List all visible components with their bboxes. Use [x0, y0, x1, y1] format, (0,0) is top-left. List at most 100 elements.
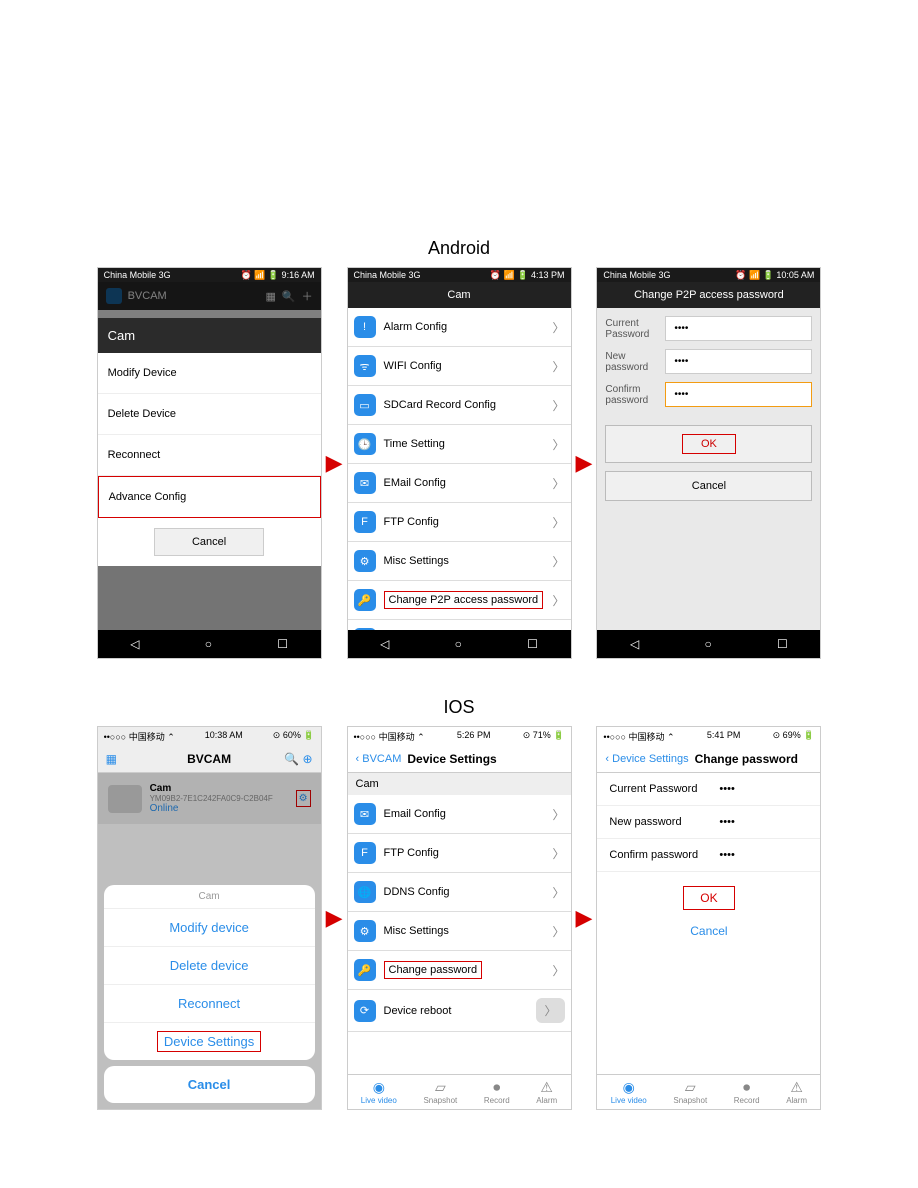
row-device-reboot[interactable]: ⟳Device reboot〉: [348, 990, 571, 1032]
row-label: FTP Config: [384, 516, 439, 528]
menu-modify-device[interactable]: Modify Device: [98, 353, 321, 394]
row-alarm-config[interactable]: !Alarm Config〉: [348, 308, 571, 347]
chevron-right-icon: 〉: [552, 845, 564, 862]
tab-live-video[interactable]: ◉Live video: [611, 1079, 647, 1105]
row-change-p2p-password[interactable]: 🔑Change P2P access password〉: [348, 581, 571, 620]
sheet-delete-device[interactable]: Delete device: [104, 946, 315, 984]
ios-tab-bar: ◉Live video ▱Snapshot ⏺Record ⚠Alarm: [348, 1074, 571, 1109]
row-email-config[interactable]: ✉ Email Config 〉: [348, 795, 571, 834]
back-icon[interactable]: ◁: [130, 637, 139, 651]
chevron-right-icon: 〉: [552, 806, 564, 823]
ok-button[interactable]: OK: [605, 425, 812, 463]
home-icon[interactable]: ○: [205, 637, 212, 651]
chevron-right-icon: 〉: [552, 436, 564, 453]
row-misc-settings[interactable]: ⚙Misc Settings〉: [348, 912, 571, 951]
search-icon[interactable]: 🔍 ⊕: [284, 752, 312, 766]
carrier-text: ••○○○ 中国移动 ⌃: [354, 730, 425, 743]
back-icon[interactable]: ◁: [380, 637, 389, 651]
ok-button[interactable]: OK: [683, 886, 734, 910]
cancel-button[interactable]: Cancel: [154, 528, 264, 556]
row-label: Email Config: [384, 808, 446, 820]
clock-icon: 🕒: [354, 433, 376, 455]
cancel-button[interactable]: Cancel: [605, 471, 812, 501]
recents-icon[interactable]: ☐: [777, 637, 788, 651]
mail-icon: ✉: [354, 803, 376, 825]
row-label: Misc Settings: [384, 555, 449, 567]
app-title: BVCAM: [187, 752, 231, 766]
recents-icon[interactable]: ☐: [527, 637, 538, 651]
row-label: WIFI Config: [384, 360, 442, 372]
photo-icon: ▱: [673, 1079, 707, 1096]
battery-text: ⊙ 69% 🔋: [773, 730, 815, 743]
back-button[interactable]: ‹ Device Settings: [605, 753, 688, 765]
home-icon[interactable]: ○: [705, 637, 712, 651]
chevron-right-icon: 〉: [552, 962, 564, 979]
row-time-setting[interactable]: 🕒 Time Setting 〉: [348, 425, 571, 464]
battery-text: ⊙ 60% 🔋: [273, 730, 315, 743]
back-icon[interactable]: ◁: [630, 637, 639, 651]
step-arrow-icon: ▶: [326, 905, 343, 931]
cancel-button[interactable]: Cancel: [611, 924, 806, 938]
ios-screen-3: ••○○○ 中国移动 ⌃5:41 PM⊙ 69% 🔋 ‹ Device Sett…: [596, 726, 821, 1110]
android-screen-3: China Mobile 3G⏰ 📶 🔋 10:05 AM Change P2P…: [596, 267, 821, 659]
alert-icon: !: [354, 316, 376, 338]
device-action-modal: Cam Modify Device Delete Device Reconnec…: [98, 318, 321, 566]
menu-delete-device[interactable]: Delete Device: [98, 394, 321, 435]
tab-record[interactable]: ⏺Record: [734, 1079, 760, 1105]
carrier-text: China Mobile 3G: [354, 270, 421, 280]
tab-alarm[interactable]: ⚠Alarm: [786, 1079, 807, 1105]
grid-icon[interactable]: ▦: [106, 752, 117, 766]
step-arrow-icon: ▶: [326, 450, 343, 476]
chevron-right-icon: 〉: [552, 475, 564, 492]
row-misc-settings[interactable]: ⚙Misc Settings〉: [348, 542, 571, 581]
tab-live-video[interactable]: ◉Live video: [361, 1079, 397, 1105]
ios-tab-bar: ◉Live video ▱Snapshot ⏺Record ⚠Alarm: [597, 1074, 820, 1109]
menu-advance-config[interactable]: Advance Config: [98, 476, 321, 518]
page-title: Change password: [695, 752, 798, 766]
android-screen-1: China Mobile 3G ⏰ 📶 🔋 9:16 AM BVCAM ▦ 🔍 …: [97, 267, 322, 659]
sheet-device-settings[interactable]: Device Settings: [104, 1022, 315, 1060]
photo-icon: ▱: [423, 1079, 457, 1096]
sheet-cancel-button[interactable]: Cancel: [104, 1066, 315, 1103]
step-arrow-icon: ▶: [576, 450, 593, 476]
clock-text: 10:38 AM: [205, 730, 243, 743]
page-title: Change P2P access password: [597, 282, 820, 308]
tab-snapshot[interactable]: ▱Snapshot: [423, 1079, 457, 1105]
current-password-input[interactable]: ••••: [665, 316, 812, 341]
new-password-input[interactable]: ••••: [719, 816, 734, 828]
status-icons: ⏰ 📶 🔋 9:16 AM: [240, 270, 314, 280]
alarm-icon: ⚠: [536, 1079, 557, 1096]
row-label: Change password: [384, 961, 483, 979]
home-icon[interactable]: ○: [455, 637, 462, 651]
row-wifi-config[interactable]: ᯤWIFI Config〉: [348, 347, 571, 386]
confirm-password-input[interactable]: ••••: [665, 382, 812, 407]
status-icons: ⏰ 📶 🔋 4:13 PM: [490, 270, 565, 280]
sheet-reconnect[interactable]: Reconnect: [104, 984, 315, 1022]
back-button[interactable]: ‹ BVCAM: [356, 753, 402, 765]
carrier-text: ••○○○ 中国移动 ⌃: [104, 730, 175, 743]
recents-icon[interactable]: ☐: [277, 637, 288, 651]
row-ddns-config[interactable]: 🌐DDNS Config〉: [348, 873, 571, 912]
row-label: Time Setting: [384, 438, 445, 450]
tab-alarm[interactable]: ⚠Alarm: [536, 1079, 557, 1105]
row-label: EMail Config: [384, 477, 446, 489]
row-ftp-config[interactable]: FFTP Config〉: [348, 834, 571, 873]
confirm-password-input[interactable]: ••••: [719, 849, 734, 861]
reboot-icon: ⟳: [354, 1000, 376, 1022]
sheet-modify-device[interactable]: Modify device: [104, 908, 315, 946]
reboot-icon: ⟳: [354, 628, 376, 630]
row-device-reboot[interactable]: ⟳Device reboot: [348, 620, 571, 630]
row-email-config[interactable]: ✉EMail Config〉: [348, 464, 571, 503]
chevron-right-icon: 〉: [552, 592, 564, 609]
row-sdcard-config[interactable]: ▭SDCard Record Config〉: [348, 386, 571, 425]
current-password-input[interactable]: ••••: [719, 783, 734, 795]
menu-reconnect[interactable]: Reconnect: [98, 435, 321, 476]
row-label: Device reboot: [384, 1005, 452, 1017]
tab-record[interactable]: ⏺Record: [484, 1079, 510, 1105]
row-change-password[interactable]: 🔑Change password〉: [348, 951, 571, 990]
new-password-input[interactable]: ••••: [665, 349, 812, 374]
row-ftp-config[interactable]: FFTP Config〉: [348, 503, 571, 542]
tab-snapshot[interactable]: ▱Snapshot: [673, 1079, 707, 1105]
video-icon: ◉: [361, 1079, 397, 1096]
ddns-icon: 🌐: [354, 881, 376, 903]
